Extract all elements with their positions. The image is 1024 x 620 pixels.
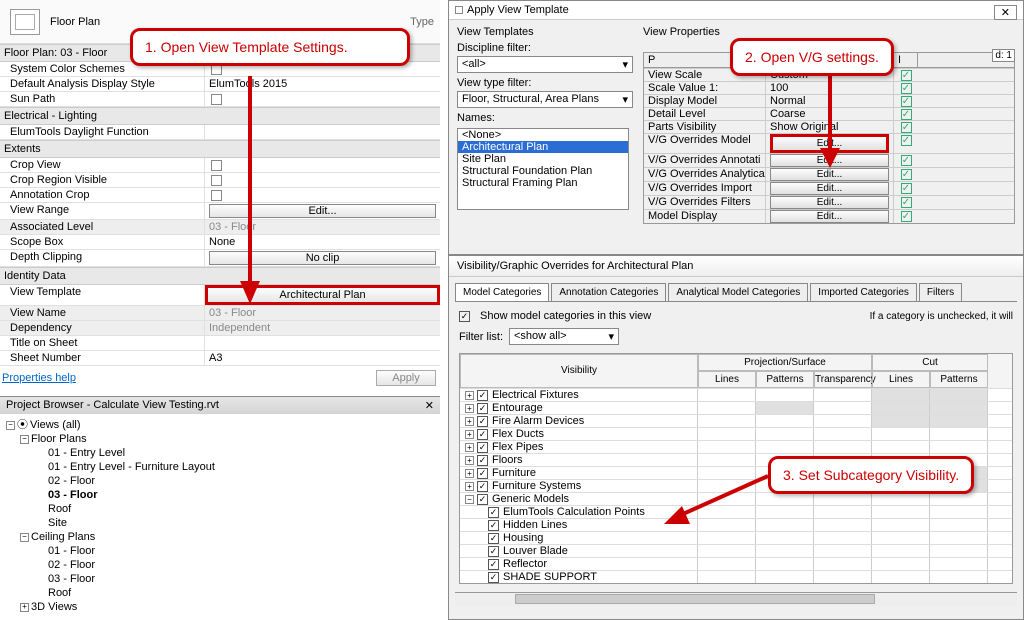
- callout-1: 1. Open View Template Settings.: [130, 28, 410, 66]
- discipline-filter[interactable]: <all>▾: [457, 56, 633, 73]
- visibility-graphics-dialog: Visibility/Graphic Overrides for Archite…: [448, 255, 1024, 620]
- filter-list[interactable]: <show all>▾: [509, 328, 619, 345]
- h-scrollbar[interactable]: [455, 592, 1017, 606]
- floor-plan-icon: [10, 9, 40, 35]
- viewtype-filter[interactable]: Floor, Structural, Area Plans▾: [457, 91, 633, 108]
- templates-list[interactable]: <None>Architectural PlanSite PlanStructu…: [457, 128, 629, 210]
- chevron-down-icon: ▾: [622, 93, 628, 106]
- window-icon: [455, 6, 463, 14]
- close-icon[interactable]: ✕: [425, 399, 434, 412]
- apply-button[interactable]: Apply: [376, 370, 436, 386]
- callout-2: 2. Open V/G settings.: [730, 38, 894, 76]
- callout-3: 3. Set Subcategory Visibility.: [768, 456, 974, 494]
- count-label: d: 1: [992, 49, 1015, 62]
- floor-plan-label: Floor Plan: [50, 16, 410, 28]
- chevron-down-icon: ▾: [608, 330, 614, 343]
- chevron-down-icon: ▾: [622, 58, 628, 71]
- vg-tabs[interactable]: Model CategoriesAnnotation CategoriesAna…: [455, 283, 1017, 302]
- show-categories-check[interactable]: ✓: [459, 311, 470, 322]
- checkbox[interactable]: [211, 94, 222, 105]
- properties-help-link[interactable]: Properties help: [2, 372, 76, 384]
- properties-panel: Floor Plan: 03 - Floor System Color Sche…: [0, 44, 440, 388]
- project-browser: Project Browser - Calculate View Testing…: [0, 396, 440, 620]
- project-tree[interactable]: −⦿ Views (all) −Floor Plans 01 - Entry L…: [0, 414, 440, 614]
- type-label: Type: [410, 16, 434, 28]
- close-icon[interactable]: ✕: [994, 5, 1017, 20]
